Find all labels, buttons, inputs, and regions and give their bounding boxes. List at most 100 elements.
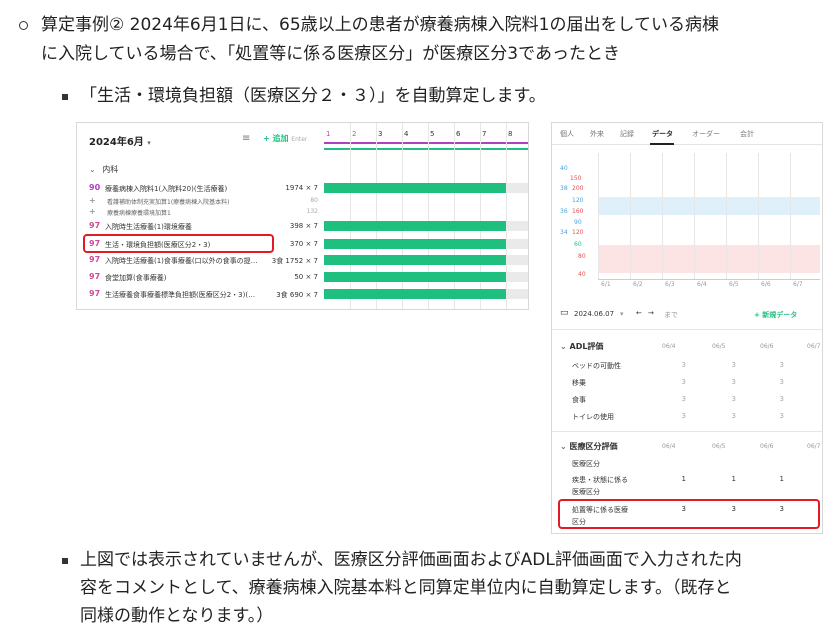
- x-tick: 6/2: [633, 281, 643, 288]
- medical-sub-label: 医療区分: [572, 460, 600, 468]
- schedule-bar[interactable]: 1111111: [324, 255, 506, 272]
- schedule-bar[interactable]: 1111111: [324, 183, 506, 200]
- bar-value: 1: [386, 298, 392, 306]
- x-tick: 6/5: [729, 281, 739, 288]
- adl-value[interactable]: 3: [716, 395, 736, 403]
- bar-value: 1: [334, 192, 340, 200]
- adl-value[interactable]: 3: [764, 395, 784, 403]
- calendar-icon[interactable]: ▭: [560, 308, 569, 318]
- adl-value[interactable]: 3: [716, 361, 736, 369]
- y-tick: 34: [560, 229, 568, 236]
- bar-value: 1: [334, 230, 340, 238]
- schedule-bar[interactable]: 1111111: [324, 221, 506, 238]
- row-name[interactable]: 入院時生活療養(1)環境療養: [105, 222, 192, 232]
- y-tick: 200: [572, 185, 584, 192]
- row-name[interactable]: 入院時生活療養(1)食事療養(口以外の食事の提…: [105, 256, 258, 266]
- adl-row-label: 移乗: [572, 379, 586, 387]
- adl-value[interactable]: 3: [666, 361, 686, 369]
- adl-value[interactable]: 3: [764, 412, 784, 420]
- row-name[interactable]: 食堂加算(食事療養): [105, 273, 166, 283]
- medical-title: 医療区分評価: [569, 442, 618, 451]
- filter-icon[interactable]: ≡: [242, 133, 250, 144]
- arrow-left-icon[interactable]: ←: [636, 309, 642, 317]
- medical-value[interactable]: 1: [811, 475, 822, 483]
- adl-value[interactable]: 3: [666, 395, 686, 403]
- adl-row-label: トイレの使用: [572, 413, 614, 421]
- adl-value[interactable]: 3: [811, 361, 822, 369]
- vitals-chart: 40 150 38 200 120 36 160 90 34 120 60 80…: [558, 153, 820, 293]
- grid-line: [790, 153, 791, 279]
- adl-value[interactable]: 3: [811, 378, 822, 386]
- bar-tail: [506, 289, 528, 299]
- bottom-line-3: 同様の動作となります。）: [80, 606, 274, 626]
- grid-line: [758, 153, 759, 279]
- add-button[interactable]: + 追加 Enter: [263, 133, 307, 144]
- month-selector[interactable]: 2024年6月 ▾: [89, 133, 151, 148]
- adl-row-label: 食事: [572, 396, 586, 404]
- adl-value[interactable]: 3: [666, 412, 686, 420]
- adl-value[interactable]: 3: [764, 378, 784, 386]
- bar-value: 1: [490, 192, 496, 200]
- add-hint: Enter: [291, 136, 308, 143]
- column-date: 06/6: [760, 443, 774, 450]
- row-quantity: 398 × 7: [289, 222, 318, 230]
- row-name[interactable]: 生活療養食事療養標準負担額(医療区分2・3)(…: [105, 290, 255, 300]
- bar-value: 1: [360, 298, 366, 306]
- new-data-button[interactable]: + 新規データ: [754, 310, 797, 320]
- medical-value[interactable]: 1: [764, 475, 784, 483]
- data-panel: 個人 外来 記録 データ オーダー 会計 40 150 38 200 120 3…: [551, 122, 823, 534]
- adl-value[interactable]: 3: [811, 395, 822, 403]
- chevron-down-icon: ▾: [147, 139, 151, 147]
- sub-bullet-text: 「生活・環境負担額（医療区分２・３）」を自動算定します。: [80, 86, 546, 106]
- y-tick: 40: [578, 271, 586, 278]
- row-name[interactable]: 療養病棟療養環境加算1: [107, 208, 171, 217]
- adl-value[interactable]: 3: [666, 378, 686, 386]
- bar-value: 1: [412, 192, 418, 200]
- row-code: 97: [89, 272, 101, 281]
- chevron-down-icon[interactable]: ▾: [620, 310, 624, 318]
- tab-personal[interactable]: 個人: [560, 129, 574, 139]
- row-name[interactable]: 看護補助体制充実加算1(療養病棟入院基本料): [107, 197, 230, 206]
- row-code: 90: [89, 183, 101, 192]
- adl-value[interactable]: 3: [764, 361, 784, 369]
- section-header[interactable]: ⌄ 内科: [89, 164, 118, 175]
- y-tick: 90: [574, 219, 582, 226]
- column-date: 06/5: [712, 343, 726, 350]
- active-tab-underline: [650, 143, 674, 145]
- adl-value[interactable]: 3: [716, 378, 736, 386]
- section-label: 内科: [102, 165, 119, 174]
- schedule-bar[interactable]: 1111111: [324, 272, 506, 289]
- schedule-bar[interactable]: 1111111: [324, 239, 506, 256]
- row-quantity: 3食 690 × 7: [276, 291, 318, 299]
- date-value[interactable]: 2024.06.07: [574, 310, 614, 318]
- medical-value[interactable]: 1: [716, 475, 736, 483]
- tab-billing[interactable]: 会計: [740, 129, 754, 139]
- bar-value: 1: [464, 192, 470, 200]
- bullet-square-icon: [62, 94, 68, 100]
- y-tick: 120: [572, 197, 584, 204]
- row-quantity: 50 × 7: [294, 273, 318, 281]
- y-tick: 160: [572, 208, 584, 215]
- tab-record[interactable]: 記録: [620, 129, 634, 139]
- arrow-right-icon[interactable]: →: [648, 309, 654, 317]
- schedule-bar[interactable]: 1111111: [324, 289, 506, 306]
- bar-tail: [506, 221, 528, 231]
- adl-value[interactable]: 3: [716, 412, 736, 420]
- tab-data[interactable]: データ: [652, 129, 673, 139]
- bar-tail: [506, 183, 528, 193]
- medical-value[interactable]: 1: [666, 475, 686, 483]
- tab-order[interactable]: オーダー: [692, 129, 720, 139]
- row-quantity: 370 × 7: [289, 240, 318, 248]
- grid-line: [662, 153, 663, 279]
- adl-header[interactable]: ⌄ ADL評価: [560, 341, 603, 352]
- until-label: まで: [664, 311, 678, 319]
- bar-value: 1: [490, 298, 496, 306]
- row-quantity: 132: [306, 208, 318, 215]
- pink-band: [598, 245, 820, 273]
- adl-value[interactable]: 3: [811, 412, 822, 420]
- medical-header[interactable]: ⌄ 医療区分評価: [560, 441, 618, 452]
- row-name[interactable]: 療養病棟入院料1(入院料20)(生活療養): [105, 184, 227, 194]
- row-code: 97: [89, 255, 101, 264]
- y-tick: 38: [560, 185, 568, 192]
- tab-outpatient[interactable]: 外来: [590, 129, 604, 139]
